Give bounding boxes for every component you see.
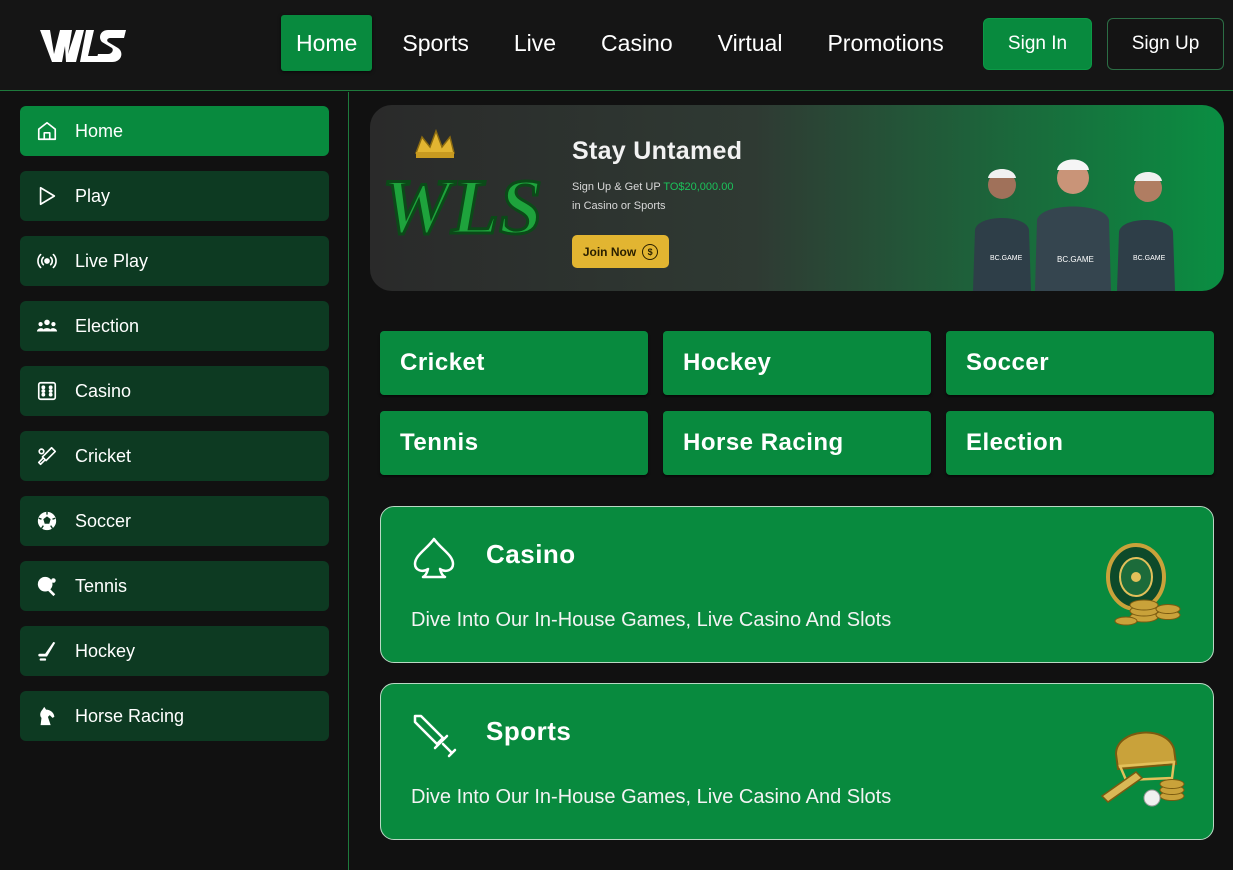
promo-banner[interactable]: WLS Stay Untamed Sign Up & Get UP TO$20,… [370, 105, 1224, 291]
main-nav: Home Sports Live Casino Virtual Promotio… [281, 15, 974, 71]
tile-election[interactable]: Election [946, 411, 1214, 475]
soccer-ball-icon [37, 511, 57, 531]
sports-card-title: Sports [486, 716, 572, 746]
dice-icon [37, 381, 57, 401]
sidebar-item-horse-racing[interactable]: Horse Racing [20, 691, 329, 741]
play-icon [39, 186, 56, 206]
banner-subtitle-prefix: Sign Up & Get UP [572, 181, 664, 193]
cricket-helmet-icon [1100, 731, 1185, 807]
sidebar-item-label: Tennis [75, 575, 128, 596]
sword-icon [413, 714, 457, 758]
join-now-button[interactable]: Join Now $ [572, 235, 669, 268]
sign-up-button[interactable]: Sign Up [1107, 18, 1224, 70]
top-bar: Home Sports Live Casino Virtual Promotio… [0, 0, 1233, 91]
coin-icon: $ [642, 243, 659, 260]
sports-card[interactable]: Sports Dive Into Our In-House Games, Liv… [380, 683, 1214, 840]
tile-cricket[interactable]: Cricket [380, 331, 648, 395]
sidebar-item-home[interactable]: Home [20, 106, 329, 156]
tile-horse-racing[interactable]: Horse Racing [663, 411, 931, 475]
sidebar-item-label: Hockey [75, 640, 136, 661]
sidebar-item-live-play[interactable]: Live Play [20, 236, 329, 286]
nav-home[interactable]: Home [281, 15, 373, 71]
banner-title: Stay Untamed [572, 137, 743, 165]
casino-card-title: Casino [486, 539, 576, 569]
sign-in-button[interactable]: Sign In [983, 18, 1092, 70]
nav-sports[interactable]: Sports [387, 15, 483, 71]
nav-live[interactable]: Live [499, 15, 571, 71]
brand-logo[interactable] [38, 24, 128, 68]
casino-card-description: Dive Into Our In-House Games, Live Casin… [411, 609, 892, 631]
sports-card-description: Dive Into Our In-House Games, Live Casin… [411, 786, 892, 808]
banner-subtitle: Sign Up & Get UP TO$20,000.00 [572, 181, 733, 193]
roulette-chips-icon [1106, 543, 1181, 626]
hockey-stick-icon [38, 641, 56, 661]
banner-subtitle-line2: in Casino or Sports [572, 200, 666, 212]
sidebar-item-label: Cricket [75, 445, 132, 466]
join-now-label: Join Now [582, 244, 637, 259]
broadcast-icon [37, 253, 57, 269]
nav-promotions[interactable]: Promotions [812, 15, 958, 71]
sidebar-item-label: Election [75, 315, 140, 336]
tile-hockey[interactable]: Hockey [663, 331, 931, 395]
athletes-image: BC.GAME BC.GAME BC.GAME [973, 159, 1175, 291]
cricket-bat-icon [37, 446, 57, 466]
sidebar-item-label: Horse Racing [75, 705, 185, 726]
horse-head-icon [40, 706, 55, 726]
sidebar-item-play[interactable]: Play [20, 171, 329, 221]
jersey-text: BC.GAME [990, 255, 1023, 262]
sidebar-item-label: Home [75, 120, 124, 141]
tile-soccer[interactable]: Soccer [946, 331, 1214, 395]
sidebar-item-label: Casino [75, 380, 132, 401]
casino-card[interactable]: Casino Dive Into Our In-House Games, Liv… [380, 506, 1214, 663]
jersey-text: BC.GAME [1057, 255, 1094, 264]
home-icon [37, 121, 57, 141]
nav-casino[interactable]: Casino [586, 15, 688, 71]
sidebar-item-label: Soccer [75, 510, 132, 531]
sidebar-item-label: Play [75, 185, 111, 206]
banner-bonus-amount: TO$20,000.00 [663, 181, 734, 193]
sidebar-item-casino[interactable]: Casino [20, 366, 329, 416]
sidebar-item-label: Live Play [75, 250, 149, 271]
nav-virtual[interactable]: Virtual [703, 15, 798, 71]
table-tennis-icon [37, 576, 56, 597]
sidebar-item-hockey[interactable]: Hockey [20, 626, 329, 676]
sidebar-item-tennis[interactable]: Tennis [20, 561, 329, 611]
banner-logo-text: WLS [382, 163, 542, 250]
sidebar-item-soccer[interactable]: Soccer [20, 496, 329, 546]
sidebar-item-election[interactable]: Election [20, 301, 329, 351]
sidebar: Home Play Live Play Election Casino Cric… [0, 92, 349, 870]
spade-icon [413, 537, 455, 579]
people-icon [36, 319, 58, 332]
sidebar-item-cricket[interactable]: Cricket [20, 431, 329, 481]
wls-crown-logo: WLS [381, 128, 544, 252]
jersey-text: BC.GAME [1133, 255, 1166, 262]
tile-tennis[interactable]: Tennis [380, 411, 648, 475]
